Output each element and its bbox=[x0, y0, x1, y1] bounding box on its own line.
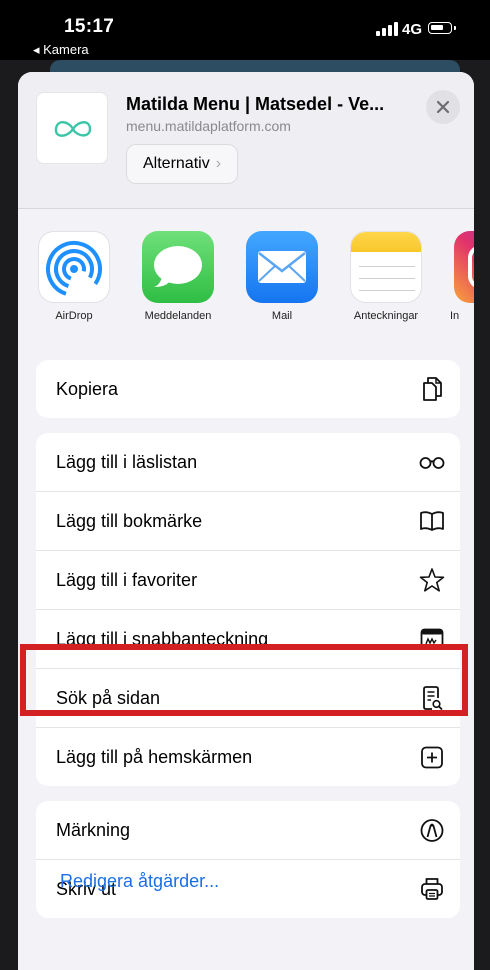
back-to-app-link[interactable]: ◂ Kamera bbox=[33, 42, 89, 58]
action-copy[interactable]: Kopiera bbox=[36, 360, 460, 418]
action-add-to-home-screen[interactable]: Lägg till på hemskärmen bbox=[36, 728, 460, 786]
chevron-right-icon: › bbox=[215, 155, 222, 172]
close-icon bbox=[436, 100, 450, 114]
book-icon bbox=[420, 511, 444, 531]
app-label: Mail bbox=[271, 310, 293, 322]
app-mail[interactable]: Mail bbox=[234, 231, 330, 322]
messages-icon bbox=[142, 231, 214, 303]
action-bookmark[interactable]: Lägg till bokmärke bbox=[36, 492, 460, 551]
action-label: Lägg till i läslistan bbox=[56, 452, 198, 472]
action-favorites[interactable]: Lägg till i favoriter bbox=[36, 551, 460, 610]
mail-icon bbox=[246, 231, 318, 303]
action-markup[interactable]: Märkning bbox=[36, 801, 460, 860]
notes-icon bbox=[350, 231, 422, 303]
app-messages[interactable]: Meddelanden bbox=[130, 231, 226, 322]
page-actions-group: Lägg till i läslistan Lägg till bokmärke… bbox=[36, 433, 460, 786]
plus-square-icon bbox=[421, 746, 443, 769]
copy-icon bbox=[423, 377, 442, 401]
app-notes[interactable]: Anteckningar bbox=[338, 231, 434, 322]
site-url: menu.matildaplatform.com bbox=[126, 118, 291, 134]
highlight-annotation bbox=[20, 644, 468, 716]
printer-icon bbox=[421, 878, 443, 900]
action-label: Märkning bbox=[56, 820, 131, 840]
options-label: Alternativ bbox=[143, 155, 210, 172]
options-button[interactable]: Alternativ › bbox=[126, 144, 239, 184]
app-airdrop[interactable]: AirDrop bbox=[26, 231, 122, 322]
glasses-icon bbox=[419, 457, 445, 469]
share-sheet: Matilda Menu | Matsedel - Ve... menu.mat… bbox=[18, 72, 474, 970]
airdrop-icon bbox=[38, 231, 110, 303]
markup-icon bbox=[420, 819, 444, 842]
battery-icon bbox=[428, 22, 456, 34]
site-title: Matilda Menu | Matsedel - Ve... bbox=[126, 94, 385, 114]
action-label: Kopiera bbox=[56, 379, 119, 399]
app-label: Meddelanden bbox=[144, 310, 212, 322]
action-label: Lägg till bokmärke bbox=[56, 511, 203, 531]
instagram-icon bbox=[454, 231, 474, 303]
star-icon bbox=[419, 568, 445, 592]
copy-group: Kopiera bbox=[36, 360, 460, 418]
app-share-row: AirDrop Meddelanden Mail Anteckningar In bbox=[18, 209, 474, 337]
network-type: 4G bbox=[402, 21, 423, 38]
share-header: Matilda Menu | Matsedel - Ve... menu.mat… bbox=[18, 72, 474, 208]
site-thumbnail bbox=[36, 92, 108, 164]
action-label: Lägg till på hemskärmen bbox=[56, 747, 253, 767]
clock: 15:17 bbox=[64, 16, 115, 37]
app-label: In bbox=[450, 310, 460, 322]
edit-actions-link[interactable]: Redigera åtgärder... bbox=[60, 871, 219, 892]
markup-print-group: Märkning Skriv ut bbox=[36, 801, 460, 918]
action-label: Lägg till i favoriter bbox=[56, 570, 198, 590]
app-instagram[interactable]: In bbox=[442, 231, 474, 322]
app-label: Anteckningar bbox=[353, 310, 419, 322]
signal-icon bbox=[376, 22, 398, 36]
close-button[interactable] bbox=[426, 90, 460, 124]
matilda-logo-icon bbox=[54, 121, 92, 137]
action-reading-list[interactable]: Lägg till i läslistan bbox=[36, 433, 460, 492]
status-bar: 15:17 ◂ Kamera 4G bbox=[0, 0, 490, 60]
app-label: AirDrop bbox=[55, 310, 93, 322]
